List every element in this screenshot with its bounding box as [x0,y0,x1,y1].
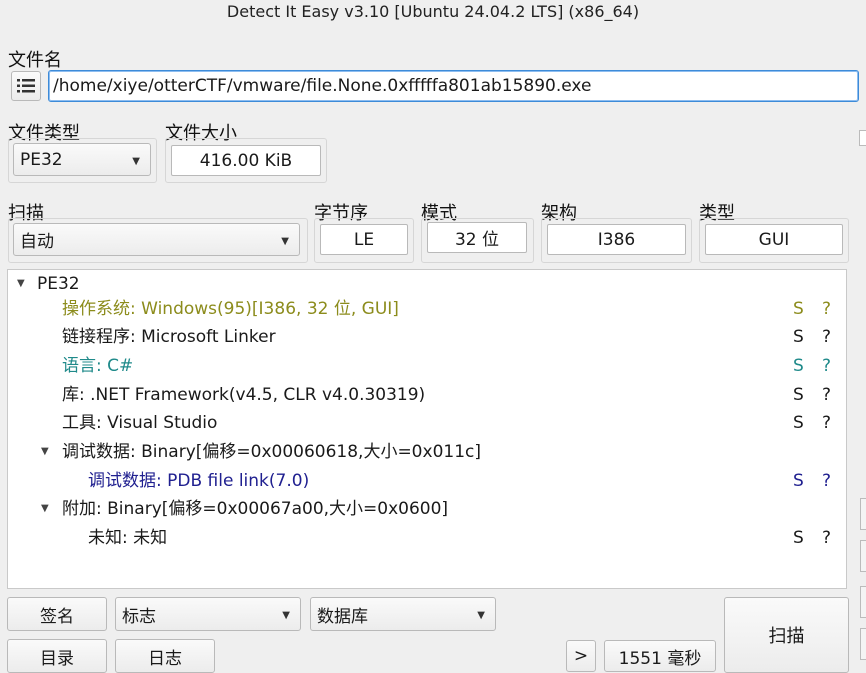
tree-item-text: 操作系统: Windows(95)[I386, 32 位, GUI] [62,299,399,319]
more-button[interactable]: > [566,640,596,672]
flags-select[interactable]: 标志 ▼ [115,597,301,631]
file-type-select[interactable]: PE32 ▼ [13,143,151,176]
scan-mode-value: 自动 [20,232,54,252]
tree-item-text: 调试数据: Binary[偏移=0x00060618,大小=0x011c] [62,442,481,462]
info-button[interactable]: ? [822,352,831,380]
arch-field: I386 [547,224,686,255]
info-button[interactable]: ? [822,467,831,495]
expand-arrow-icon[interactable]: ▼ [41,438,49,466]
window-title: Detect It Easy v3.10 [Ubuntu 24.04.2 LTS… [226,2,640,21]
tree-row-tool[interactable]: 工具: Visual Studio S ? [8,409,846,437]
scan-mode-select[interactable]: 自动 ▼ [13,223,300,256]
flags-value: 标志 [122,606,156,627]
signature-button[interactable]: S [793,467,804,495]
chevron-down-icon: ▼ [132,155,140,167]
tree-item-text: 工具: Visual Studio [62,413,218,433]
tree-item-text: 未知: 未知 [88,528,168,548]
file-size-field: 416.00 KiB [171,145,321,176]
elapsed-time: 1551 毫秒 [604,640,716,672]
directory-button[interactable]: 目录 [7,639,107,673]
signatures-button[interactable]: 签名 [7,597,107,631]
side-panel-edge [856,118,866,671]
tree-root-label: PE32 [37,274,80,294]
tree-row-debug[interactable]: ▼ 调试数据: Binary[偏移=0x00060618,大小=0x011c] [8,438,846,466]
tree-row-pdb[interactable]: 调试数据: PDB file link(7.0) S ? [8,467,846,495]
file-menu-button[interactable] [11,71,41,101]
file-path-input[interactable]: /home/xiye/otterCTF/vmware/file.None.0xf… [48,70,859,102]
info-button[interactable]: ? [822,295,831,323]
mode-field: 32 位 [427,222,527,253]
expand-arrow-icon[interactable]: ▼ [17,270,25,298]
file-name-label: 文件名 [8,50,62,71]
tree-row-overlay[interactable]: ▼ 附加: Binary[偏移=0x00067a00,大小=0x0600] [8,495,846,523]
tree-row-language[interactable]: 语言: C# S ? [8,352,846,380]
tree-item-text: 调试数据: PDB file link(7.0) [88,471,310,491]
tree-item-text: 语言: C# [62,356,134,376]
info-button[interactable]: ? [822,381,831,409]
info-button[interactable]: ? [822,409,831,437]
tree-root-row[interactable]: ▼ PE32 [8,270,846,298]
signature-button[interactable]: S [793,524,804,552]
tree-item-text: 库: .NET Framework(v4.5, CLR v4.0.30319) [62,385,426,405]
chevron-down-icon: ▼ [477,610,485,622]
signature-button[interactable]: S [793,381,804,409]
database-select[interactable]: 数据库 ▼ [310,597,496,631]
info-button[interactable]: ? [822,524,831,552]
signature-button[interactable]: S [793,295,804,323]
tree-row-unknown[interactable]: 未知: 未知 S ? [8,524,846,552]
tree-row-linker[interactable]: 链接程序: Microsoft Linker S ? [8,323,846,351]
info-button[interactable]: ? [822,323,831,351]
type-field: GUI [705,224,843,255]
chevron-down-icon: ▼ [281,235,289,247]
log-button[interactable]: 日志 [115,639,215,673]
chevron-down-icon: ▼ [282,610,290,622]
database-value: 数据库 [317,606,368,627]
endianness-field: LE [320,224,408,255]
signature-button[interactable]: S [793,323,804,351]
results-tree[interactable]: ▼ PE32 操作系统: Windows(95)[I386, 32 位, GUI… [7,269,847,589]
signature-button[interactable]: S [793,409,804,437]
file-type-value: PE32 [20,149,63,170]
expand-arrow-icon[interactable]: ▼ [41,495,49,523]
menu-icon [17,79,35,93]
tree-row-library[interactable]: 库: .NET Framework(v4.5, CLR v4.0.30319) … [8,381,846,409]
signature-button[interactable]: S [793,352,804,380]
scan-button[interactable]: 扫描 [724,597,849,673]
tree-item-text: 链接程序: Microsoft Linker [62,327,276,347]
tree-item-text: 附加: Binary[偏移=0x00067a00,大小=0x0600] [62,499,449,519]
tree-row-os[interactable]: 操作系统: Windows(95)[I386, 32 位, GUI] S ? [8,295,846,323]
